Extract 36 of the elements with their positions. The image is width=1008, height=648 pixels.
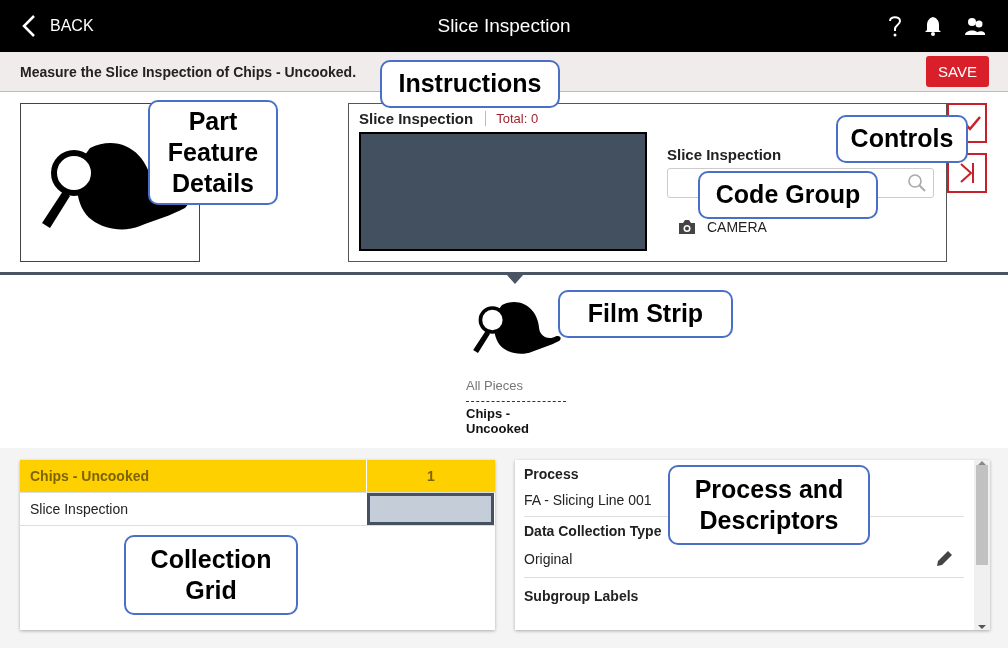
back-chevron-icon: [22, 14, 36, 38]
skip-to-end-icon: [958, 162, 976, 184]
field-label: Slice Inspection: [667, 146, 783, 163]
total-count: Total: 0: [485, 111, 539, 126]
camera-button[interactable]: CAMERA: [677, 219, 934, 235]
camera-icon: [677, 219, 697, 235]
grid-row-label: Slice Inspection: [29, 500, 130, 519]
descriptor-label: Data Collection Type: [524, 523, 663, 539]
scroll-down-icon[interactable]: [978, 624, 986, 630]
scrollbar[interactable]: [974, 460, 990, 630]
descriptor-label: Subgroup Labels: [524, 588, 640, 604]
help-icon[interactable]: [888, 15, 902, 37]
back-button[interactable]: BACK: [22, 14, 94, 38]
film-strip-item[interactable]: All Pieces: [466, 378, 546, 393]
search-icon: [907, 173, 927, 193]
callout-tooltip: Instructions: [380, 60, 560, 108]
grid-cell[interactable]: [367, 493, 494, 525]
callout-tooltip: Collection Grid: [124, 535, 298, 615]
instruction-text: Measure the Slice Inspection of Chips - Uncooked.: [20, 63, 357, 80]
callout-tooltip: Code Group: [698, 171, 878, 219]
pencil-icon[interactable]: [934, 549, 954, 569]
callout-tooltip: Film Strip: [558, 290, 733, 338]
grid-header-cell: 1: [366, 460, 495, 492]
panel-title: Slice Inspection: [359, 110, 474, 127]
film-strip-item[interactable]: Chips - Uncooked: [466, 406, 546, 436]
descriptor-value: FA - Slicing Line 001: [524, 492, 652, 508]
callout-tooltip: Part Feature Details: [148, 100, 278, 205]
save-button[interactable]: SAVE: [926, 56, 989, 87]
grid-header-cell-text: Chips - Uncooked: [29, 467, 150, 486]
callout-tooltip: Controls: [836, 115, 968, 163]
page-title: Slice Inspection: [437, 15, 571, 36]
users-icon[interactable]: [964, 16, 986, 36]
callout-tooltip: Process and Descriptors: [668, 465, 870, 545]
descriptor-value: Original: [524, 551, 573, 567]
descriptor-label: Process: [524, 466, 580, 482]
bell-icon[interactable]: [924, 16, 942, 36]
